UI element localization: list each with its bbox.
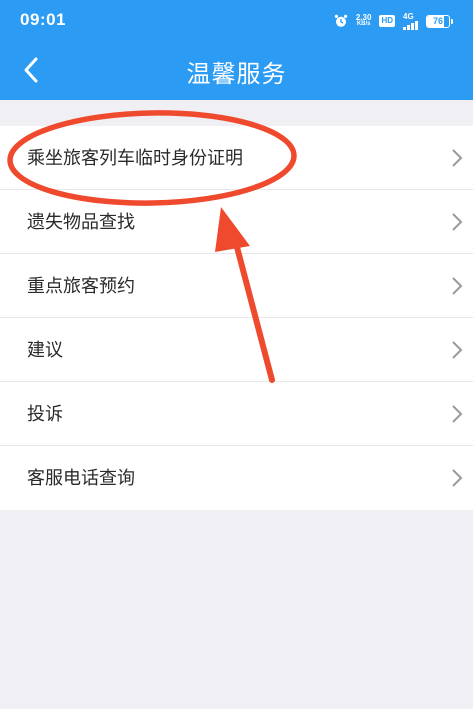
menu-item-lost-items[interactable]: 遗失物品查找 bbox=[0, 190, 473, 254]
menu-item-label: 遗失物品查找 bbox=[27, 212, 135, 233]
menu-list: 乘坐旅客列车临时身份证明 遗失物品查找 重点旅客预约 建议 投诉 客服电话查询 bbox=[0, 126, 473, 510]
menu-item-suggestion[interactable]: 建议 bbox=[0, 318, 473, 382]
menu-item-label: 投诉 bbox=[27, 404, 63, 425]
network-speed-value: 2.30 bbox=[355, 13, 372, 22]
network-speed-unit: KB/s bbox=[356, 21, 371, 27]
menu-item-label: 建议 bbox=[27, 340, 63, 361]
battery-level: 76 bbox=[432, 16, 443, 26]
hd-badge: HD bbox=[379, 15, 395, 27]
menu-item-customer-service-phone[interactable]: 客服电话查询 bbox=[0, 446, 473, 510]
menu-item-label: 客服电话查询 bbox=[27, 468, 135, 489]
menu-item-label: 重点旅客预约 bbox=[27, 276, 135, 297]
chevron-right-icon bbox=[452, 213, 463, 231]
page-title: 温馨服务 bbox=[186, 60, 287, 88]
chevron-right-icon bbox=[452, 341, 463, 359]
battery-icon: 76 bbox=[426, 14, 450, 28]
menu-item-priority-passenger[interactable]: 重点旅客预约 bbox=[0, 254, 473, 318]
chevron-right-icon bbox=[452, 277, 463, 295]
nav-bar: 温馨服务 bbox=[0, 40, 473, 100]
chevron-right-icon bbox=[452, 149, 463, 167]
network-speed: 2.30 KB/s bbox=[356, 14, 372, 28]
menu-item-label: 乘坐旅客列车临时身份证明 bbox=[27, 148, 243, 169]
cellular-signal: 4G bbox=[403, 11, 418, 30]
chevron-right-icon bbox=[452, 405, 463, 423]
menu-item-temporary-id[interactable]: 乘坐旅客列车临时身份证明 bbox=[0, 126, 473, 190]
network-type: 4G bbox=[403, 11, 414, 21]
signal-bars-icon bbox=[403, 20, 418, 30]
chevron-right-icon bbox=[452, 469, 463, 487]
status-time: 09:01 bbox=[20, 10, 66, 29]
menu-item-complaint[interactable]: 投诉 bbox=[0, 382, 473, 446]
status-bar: 09:01 2.30 KB/s HD 4G 76 bbox=[0, 0, 473, 40]
status-icons: 2.30 KB/s HD 4G 76 bbox=[334, 12, 453, 30]
battery-tip bbox=[451, 18, 453, 24]
alarm-clock-icon bbox=[334, 14, 348, 27]
